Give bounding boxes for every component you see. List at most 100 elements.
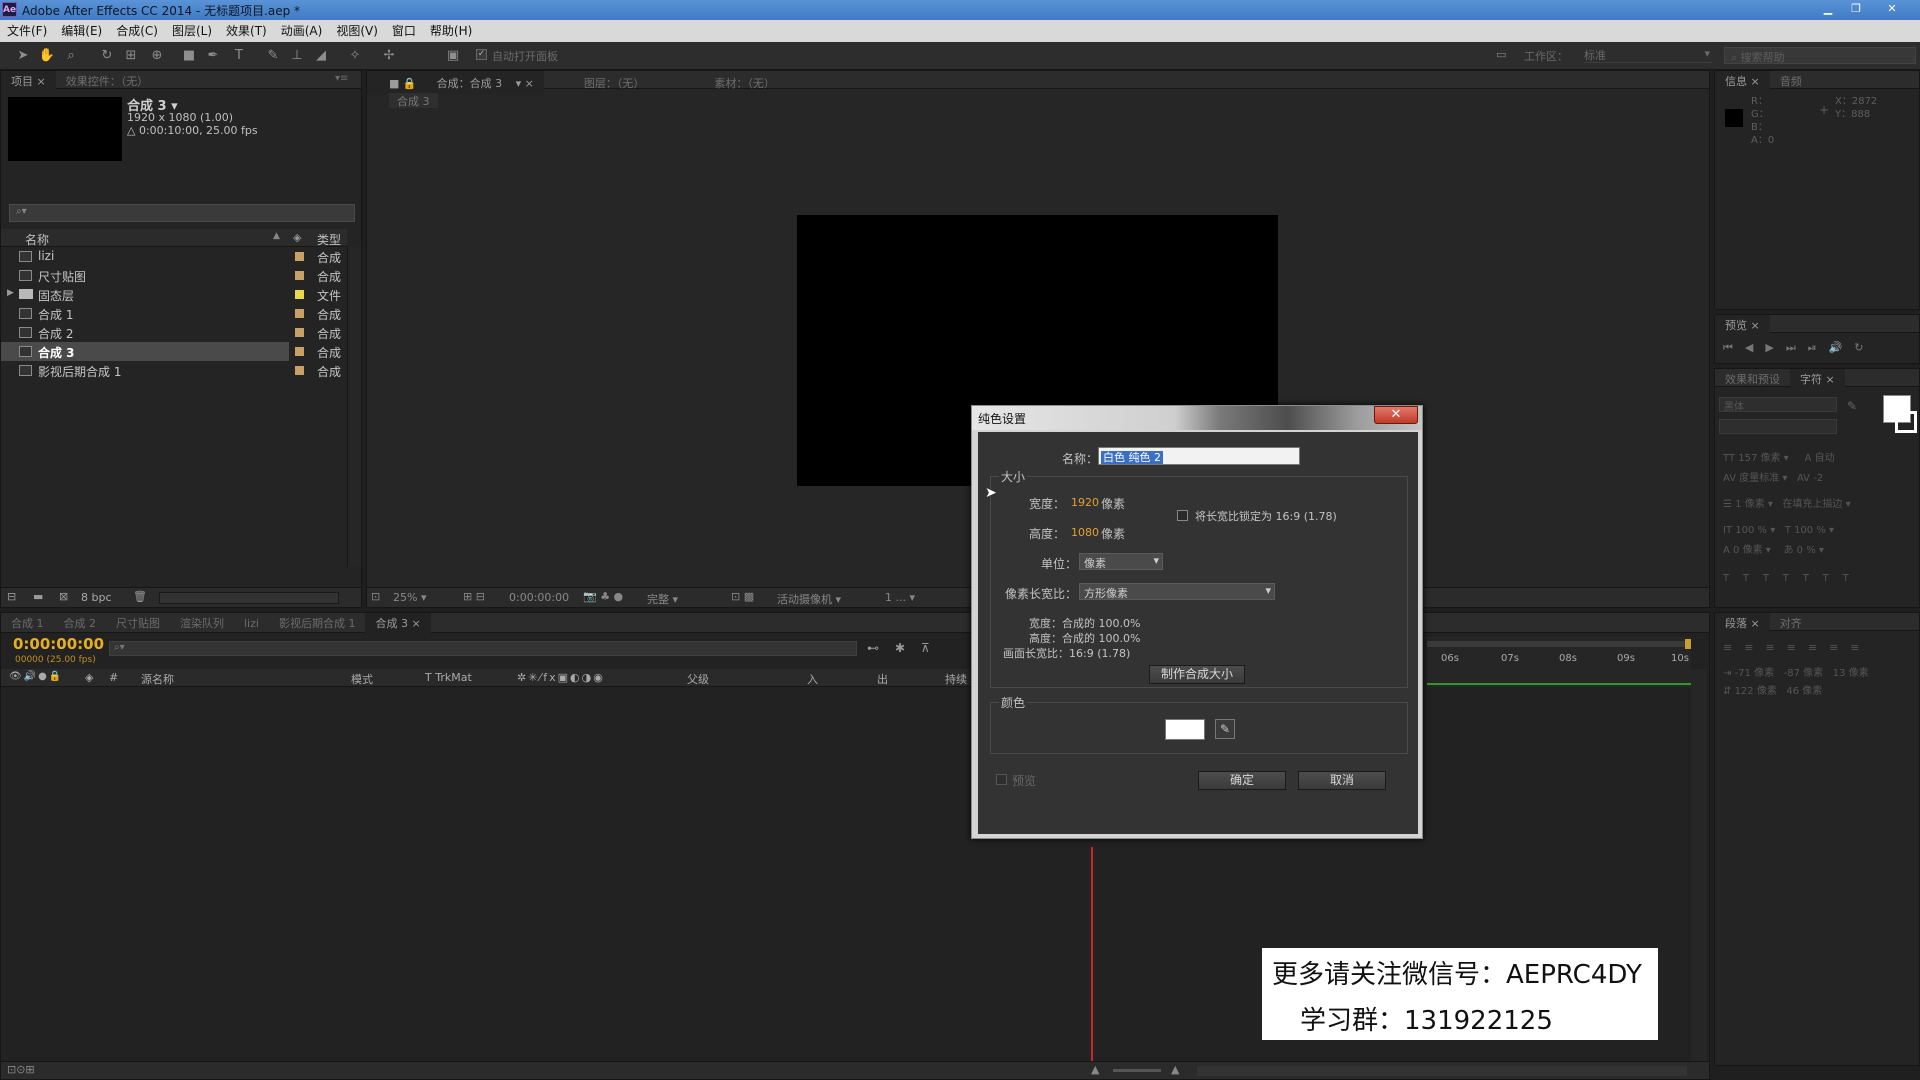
column-trkmat[interactable]: T TrkMat xyxy=(425,671,472,684)
trash-icon[interactable]: 🗑 xyxy=(133,590,147,603)
camera-tool-icon[interactable]: ⊞ xyxy=(122,47,140,65)
bit-depth[interactable]: 8 bpc xyxy=(81,591,112,604)
paragraph-align-buttons[interactable]: ≡≡≡≡≡≡≡ xyxy=(1723,641,1872,654)
name-input[interactable]: 白色 纯色 2 xyxy=(1098,447,1300,465)
auto-open-panel-checkbox[interactable]: ✓ xyxy=(476,49,487,60)
baseline-row[interactable]: A 0 像素 ▾ あ 0 % ▾ xyxy=(1723,541,1919,561)
column-name[interactable]: 名称 xyxy=(25,231,49,248)
views-select[interactable]: 1 ... ▾ xyxy=(885,591,945,604)
comp-timecode[interactable]: 0:00:00:00 xyxy=(509,591,569,604)
new-comp-icon[interactable]: ⊠ xyxy=(59,590,68,603)
timeline-scrollbar[interactable] xyxy=(1691,669,1707,1069)
menu-edit[interactable]: 编辑(E) xyxy=(54,20,109,41)
toggle-switches-icons[interactable]: ⊡⊙⊞ xyxy=(7,1063,35,1076)
indent-row[interactable]: ⇥ -71 像素 -87 像素 13 像素 xyxy=(1723,665,1869,683)
dialog-close-button[interactable]: ✕ xyxy=(1374,406,1418,424)
tab-composition[interactable]: ■ 🔒 合成：合成 3 ▾ × xyxy=(367,71,544,95)
label-column-icon[interactable]: ◈ xyxy=(293,231,301,244)
interpret-footage-icon[interactable]: ⊟ xyxy=(7,590,16,603)
column-in[interactable]: 入 xyxy=(807,671,818,687)
camera-select[interactable]: 活动摄像机 ▾ xyxy=(777,591,873,607)
tab-footage[interactable]: 素材：（无） xyxy=(654,73,785,93)
label-color-swatch[interactable] xyxy=(295,347,304,356)
label-color-swatch[interactable] xyxy=(295,271,304,280)
transparency-grid-icon[interactable]: ⊡ ▩ xyxy=(731,590,754,603)
tab-project[interactable]: 项目 × xyxy=(1,71,56,91)
pen-tool-icon[interactable]: ✒ xyxy=(204,47,222,65)
timeline-search-input[interactable]: ⌕▾ xyxy=(109,641,857,656)
timeline-zoom-slider[interactable] xyxy=(1113,1069,1161,1072)
menu-view[interactable]: 视图(V) xyxy=(329,20,385,41)
font-size-row[interactable]: TT 157 像素 ▾ A 自动 xyxy=(1723,449,1919,469)
list-item[interactable]: ▶ 固态层 文件 xyxy=(1,285,346,304)
camera-icon[interactable]: ▭ xyxy=(1496,48,1516,62)
selection-tool-icon[interactable]: ➤ xyxy=(14,47,32,65)
menu-layer[interactable]: 图层(L) xyxy=(165,20,219,41)
timeline-switch-icons[interactable]: ⊷✱⊼ xyxy=(867,641,946,655)
current-time-indicator[interactable] xyxy=(1091,847,1093,1063)
eraser-tool-icon[interactable]: ◢ xyxy=(312,47,330,65)
rectangle-tool-icon[interactable]: ■ xyxy=(180,47,198,65)
label-color-swatch[interactable] xyxy=(295,252,304,261)
layer-switch-icons[interactable]: ✲✳⁄fx▣◐◑◉ xyxy=(517,671,605,684)
project-scrollbar[interactable] xyxy=(347,247,361,567)
close-window-button[interactable]: ✕ xyxy=(1880,2,1904,16)
playback-controls[interactable]: ⏮◀▶⏭⏯🔊↻ xyxy=(1723,341,1875,355)
preview-checkbox[interactable] xyxy=(996,774,1007,785)
label-column-icon[interactable]: ◈ xyxy=(85,671,93,684)
sort-up-icon[interactable]: ▲ xyxy=(273,231,280,241)
pan-behind-tool-icon[interactable]: ⊕ xyxy=(148,47,166,65)
zoom-tool-icon[interactable]: ⌕ xyxy=(62,47,80,65)
solid-color-swatch[interactable] xyxy=(1165,719,1205,740)
type-tool-icon[interactable]: T xyxy=(230,47,248,65)
label-color-swatch[interactable] xyxy=(295,328,304,337)
zoom-out-icon[interactable]: ▲ xyxy=(1091,1063,1099,1076)
cancel-button[interactable]: 取消 xyxy=(1298,771,1386,790)
resolution-select[interactable]: 完整 ▾ xyxy=(647,591,709,607)
column-mode[interactable]: 模式 xyxy=(351,671,373,687)
menu-file[interactable]: 文件(F) xyxy=(0,20,54,41)
region-of-interest-icon[interactable]: ⊞ ⊟ xyxy=(463,590,485,603)
always-preview-icon[interactable]: ⊡ xyxy=(371,590,380,603)
label-color-swatch[interactable] xyxy=(295,290,304,299)
project-search-input[interactable]: ⌕▾ xyxy=(9,204,355,222)
units-select[interactable]: 像素 ▾ xyxy=(1079,553,1163,570)
time-ruler[interactable]: 06s 07s 08s 09s 10s xyxy=(1427,637,1691,687)
panel-toggle-icon[interactable]: ▣ xyxy=(444,47,462,65)
roto-brush-tool-icon[interactable]: ✧ xyxy=(346,47,364,65)
pixel-aspect-select[interactable]: 方形像素 ▾ xyxy=(1079,583,1275,600)
list-item[interactable]: 影视后期合成 1 合成 xyxy=(1,361,346,380)
kerning-row[interactable]: AV 度量标准 ▾ AV -2 xyxy=(1723,469,1919,489)
stroke-row[interactable]: ☰ 1 像素 ▾ 在填充上描边 ▾ xyxy=(1723,495,1919,515)
tab-preview[interactable]: 预览 × xyxy=(1715,315,1770,335)
tab-vfx-comp-1[interactable]: 影视后期合成 1 xyxy=(269,613,366,633)
column-duration[interactable]: 持续 xyxy=(945,671,967,687)
horizontal-scrollbar[interactable] xyxy=(159,592,339,604)
restore-button[interactable]: ❐ xyxy=(1844,2,1868,16)
tab-align[interactable]: 对齐 xyxy=(1770,613,1812,633)
lock-aspect-checkbox[interactable] xyxy=(1177,510,1188,521)
tab-info[interactable]: 信息 × xyxy=(1715,71,1770,91)
tab-audio[interactable]: 音频 xyxy=(1770,71,1812,91)
av-switch-icons[interactable]: 👁🔊●🔒 xyxy=(9,671,63,682)
new-folder-icon[interactable]: ▬ xyxy=(33,590,43,603)
brush-tool-icon[interactable]: ✎ xyxy=(264,47,282,65)
current-time-display[interactable]: 0:00:00:00 xyxy=(13,635,104,653)
rotate-tool-icon[interactable]: ↻ xyxy=(98,47,116,65)
minimize-button[interactable]: ▁ xyxy=(1816,2,1840,16)
scale-row[interactable]: IT 100 % ▾ T 100 % ▾ xyxy=(1723,521,1919,541)
list-item[interactable]: 尺寸贴图 合成 xyxy=(1,266,346,285)
tab-comp-2[interactable]: 合成 2 xyxy=(54,613,107,633)
tab-paragraph[interactable]: 段落 × xyxy=(1715,613,1770,633)
column-type[interactable]: 类型 xyxy=(317,231,341,248)
tab-comp-3[interactable]: 合成 3 × xyxy=(365,613,431,633)
tab-comp-1[interactable]: 合成 1 xyxy=(1,613,54,633)
list-item[interactable]: 合成 3 合成 xyxy=(1,342,346,361)
tab-effects-presets[interactable]: 效果和预设 xyxy=(1715,369,1790,389)
magnification-select[interactable]: 25% ▾ xyxy=(393,591,447,604)
workspace-select[interactable]: 标准 ▾ xyxy=(1584,47,1712,63)
work-area-bar[interactable] xyxy=(1427,641,1691,647)
list-item[interactable]: 合成 1 合成 xyxy=(1,304,346,323)
puppet-tool-icon[interactable]: ✢ xyxy=(380,47,398,65)
tab-size-map[interactable]: 尺寸贴图 xyxy=(106,613,170,633)
